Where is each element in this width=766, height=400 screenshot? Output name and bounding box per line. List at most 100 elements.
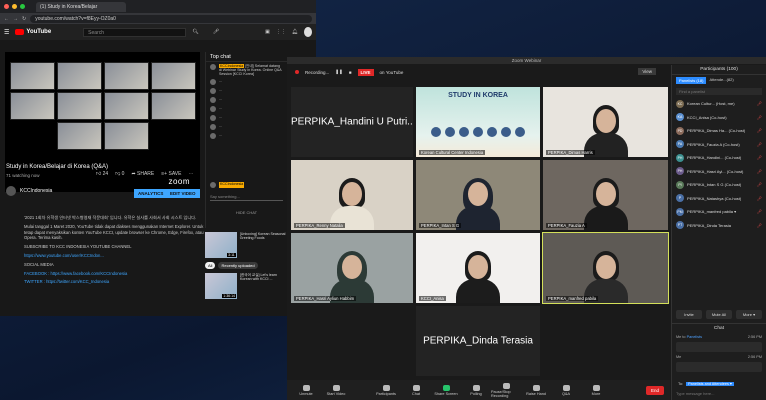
polling-button[interactable]: Polling: [461, 384, 491, 396]
unmute-button[interactable]: Unmute: [291, 384, 321, 396]
chat-from: Me: [676, 335, 682, 339]
participant-row[interactable]: P PERPIKA_Natashya (Co-host) 🎤︎: [672, 192, 766, 206]
tab-panelists[interactable]: Panelists (18): [676, 77, 707, 84]
video-tile[interactable]: KCCI_Anisa: [416, 233, 540, 303]
back-icon[interactable]: ←: [4, 16, 9, 22]
participant-name: PERPIKA_Handini... (Co-host): [687, 155, 742, 161]
chat-text: ...: [219, 133, 222, 138]
more-options-button[interactable]: More ▾: [736, 310, 762, 319]
description-link[interactable]: https://www.youtube.com/user/KCCIndon...: [24, 253, 204, 259]
recommended-video[interactable]: 1:36:14 [한국어 교실] Let's learn Korean with…: [205, 273, 287, 299]
video-tile[interactable]: PERPIKA_Handini U Putri...: [291, 87, 413, 157]
stop-recording-icon[interactable]: ■: [349, 70, 352, 75]
chat-button[interactable]: Chat: [401, 384, 431, 396]
participant-row[interactable]: PH PERPIKA_Hasri Ayl... (Co-host) 🎤︎: [672, 165, 766, 179]
rec-title: [한국어 교실] Let's learn Korean with KCCI ..…: [239, 273, 277, 282]
save-button[interactable]: ≡+ SAVE: [161, 171, 181, 177]
video-tile[interactable]: PERPIKA_Renny Natalia: [291, 160, 413, 230]
pause-recording-icon[interactable]: ❚❚: [335, 69, 343, 75]
recording-control-icon: [502, 382, 510, 389]
create-icon[interactable]: ▣: [265, 29, 270, 35]
mic-icon[interactable]: 🎤︎: [213, 29, 219, 35]
participant-row[interactable]: KA KCCI_Anisa (Co-host) 🎤︎: [672, 111, 766, 125]
menu-icon[interactable]: ☰: [4, 29, 9, 36]
edit-video-button[interactable]: EDIT VIDEO: [166, 189, 200, 198]
start-video-button[interactable]: Start Video: [321, 384, 351, 396]
forward-icon[interactable]: →: [13, 16, 18, 22]
more-actions-icon[interactable]: ⋯: [188, 171, 193, 177]
share-screen-button[interactable]: Share Screen: [431, 384, 461, 396]
end-button[interactable]: End: [645, 385, 664, 395]
description-line: SUBSCRIBE TO KCC INDONESIA YOUTUBE CHANN…: [24, 244, 132, 250]
video-tile[interactable]: STUDY IN KOREA Korean Cultural Center In…: [416, 87, 540, 157]
rec-title: [Unboxing] Korean Seasonal Greeting Food…: [239, 232, 286, 241]
mute-all-button[interactable]: Mute All: [706, 310, 732, 319]
participant-row[interactable]: PA PERPIKA_Fauzia A (Co-host) 🎤︎: [672, 138, 766, 152]
channel-name[interactable]: KCCIndonesia: [20, 188, 52, 194]
recommended-video[interactable]: 3:11 [Unboxing] Korean Seasonal Greeting…: [205, 232, 287, 258]
recording-icon: [295, 70, 299, 74]
analytics-button[interactable]: ANALYTICS: [134, 189, 168, 198]
share-button[interactable]: ➦ SHARE: [131, 171, 154, 177]
video-tile[interactable]: PERPIKA_Dinda Terasia: [416, 306, 540, 376]
like-button[interactable]: 👍︎ 24: [96, 171, 108, 177]
video-actions: 👍︎ 24 👎︎ 0 ➦ SHARE ≡+ SAVE ⋯: [96, 171, 193, 177]
participant-row[interactable]: PT PERPIKA_Dinda Terasia 🎤︎: [672, 219, 766, 233]
participants-panel: Participants (100) Panelists (18) Attend…: [671, 65, 766, 400]
tab-attendees[interactable]: Attende...(82): [709, 77, 733, 84]
description-link[interactable]: TWITTER : https://twitter.com/KCC_Indone…: [24, 279, 204, 285]
recommendations: 3:11 [Unboxing] Korean Seasonal Greeting…: [205, 232, 287, 303]
participants-button[interactable]: Participants: [371, 384, 401, 396]
chat-avatar: [210, 88, 216, 95]
participant-row[interactable]: PD PERPIKA_Dimas Ha... (Co-host) 🎤︎: [672, 124, 766, 138]
participant-row[interactable]: PM PERPIKA_manfred pabila ▾ 🎤︎: [672, 205, 766, 219]
video-tile[interactable]: PERPIKA_Dimas Harris: [543, 87, 668, 157]
tile-big-name: PERPIKA_Dinda Terasia: [423, 335, 533, 347]
raise-hand-button[interactable]: Raise Hand: [521, 384, 551, 396]
poster-title: STUDY IN KOREA: [448, 92, 508, 99]
video-tile[interactable]: PERPIKA_Fauzia A: [543, 160, 668, 230]
video-thumbnail-1: [10, 62, 55, 90]
pause-stop-recording-button[interactable]: Pause/Stop Recording: [491, 382, 521, 398]
more-button[interactable]: More: [581, 384, 611, 396]
channel-avatar[interactable]: [6, 186, 16, 196]
video-thumbnail-2: [57, 62, 102, 90]
invite-button[interactable]: Invite: [676, 310, 702, 319]
chat-input[interactable]: Say something...: [210, 194, 283, 201]
video-tile[interactable]: PERPIKA_Intan S G: [416, 160, 540, 230]
maximize-window-icon[interactable]: [20, 4, 25, 9]
chat-message-input[interactable]: Type message here...: [676, 391, 762, 396]
reload-icon[interactable]: ↻: [22, 16, 26, 22]
notifications-icon[interactable]: 🔔︎: [292, 29, 298, 35]
participant-row[interactable]: PH PERPIKA_Handini... (Co-host) 🎤︎: [672, 151, 766, 165]
description-link[interactable]: FACEBOOK : https://www.facebook.com/KCCI…: [24, 271, 204, 277]
video-tile-active-speaker[interactable]: PERPIKA_manfred pabila: [542, 232, 669, 304]
participant-row[interactable]: KC Korean Cultur... (Host, me) 🎤︎: [672, 97, 766, 111]
apps-icon[interactable]: ⋮⋮: [276, 29, 286, 35]
youtube-logo[interactable]: YouTube: [15, 29, 51, 35]
hide-chat-button[interactable]: HIDE CHAT: [206, 210, 287, 215]
close-window-icon[interactable]: [4, 4, 9, 9]
chip-all[interactable]: All: [205, 262, 216, 269]
chat-message: ...: [206, 96, 287, 105]
chip-recently-uploaded[interactable]: Recently uploaded: [218, 262, 258, 269]
browser-tab[interactable]: (1) Study in Korea/Belajar: [36, 1, 126, 12]
dislike-button[interactable]: 👎︎ 0: [115, 171, 124, 177]
search-input[interactable]: Search: [83, 27, 187, 37]
address-bar[interactable]: youtube.com/watch?v=f8Eyy-OZ0a0: [30, 14, 312, 23]
account-avatar[interactable]: [304, 27, 312, 37]
minimize-window-icon[interactable]: [12, 4, 17, 9]
zoom-title: Zoom Webinar: [287, 57, 766, 64]
search-icon[interactable]: 🔍︎: [192, 29, 198, 35]
share-label: SHARE: [137, 171, 155, 177]
chat-recipient-dropdown[interactable]: Panelists and Attendees ▾: [686, 382, 734, 386]
participant-name: PERPIKA_Dinda Terasia: [687, 222, 731, 228]
participant-row[interactable]: PI PERPIKA_Intan S G (Co-host) 🎤︎: [672, 178, 766, 192]
participant-search-input[interactable]: Find a panelist: [676, 88, 762, 95]
chat-mode-dropdown[interactable]: Top chat: [206, 52, 287, 62]
qa-button[interactable]: Q&A: [551, 384, 581, 396]
live-destination: on YouTube: [379, 69, 404, 75]
zoom-watermark: zoom: [168, 177, 190, 186]
video-tile[interactable]: PERPIKA_Hasri Ayliun Habbim: [291, 233, 413, 303]
view-button[interactable]: View: [638, 68, 656, 75]
